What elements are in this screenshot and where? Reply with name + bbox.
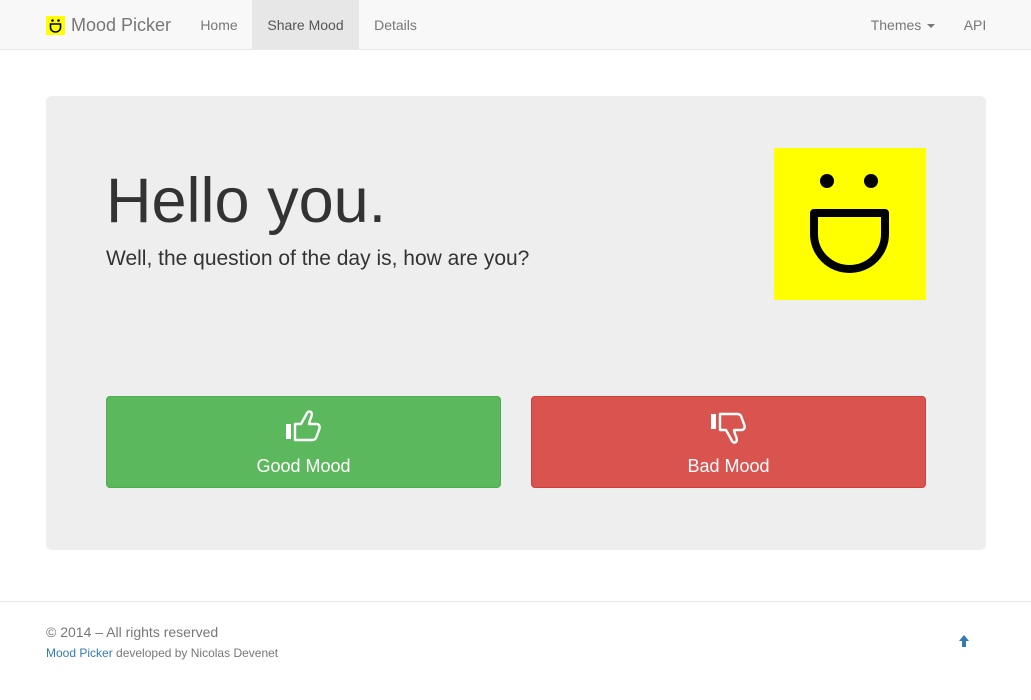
bad-mood-label: Bad Mood [687,456,770,476]
good-mood-label: Good Mood [256,456,351,476]
smiley-logo-icon [46,15,65,35]
good-mood-button[interactable]: Good Mood [106,396,501,488]
footer-divider [0,601,1031,602]
hero-subtitle: Well, the question of the day is, how ar… [106,247,530,270]
brand-link[interactable]: Mood Picker [46,0,171,50]
brand-name: Mood Picker [71,14,172,35]
nav-api[interactable]: API [950,0,1000,50]
caret-down-icon [927,24,936,29]
footer-app-link[interactable]: Mood Picker [46,646,113,660]
arrow-up-icon[interactable] [956,633,972,649]
nav-details[interactable]: Details [359,0,432,50]
navbar: Mood Picker Home Share Mood Details Them… [0,0,1031,50]
footer-credit-text: developed by Nicolas Devenet [112,646,279,660]
thumbs-down-icon [710,412,746,444]
nav-themes-label: Themes [870,17,922,33]
nav-home[interactable]: Home [186,0,252,50]
nav-share-mood[interactable]: Share Mood [252,0,359,50]
hero-title: Hello you. [106,166,387,236]
nav-themes-dropdown[interactable]: Themes [856,0,950,50]
jumbotron: Hello you. Well, the question of the day… [46,96,986,550]
bad-mood-button[interactable]: Bad Mood [531,396,926,488]
smiley-face-icon [774,148,926,300]
thumbs-up-icon [285,410,321,442]
footer-copyright: © 2014 – All rights reserved [46,624,219,640]
footer-credits: Mood Picker developed by Nicolas Devenet [46,646,278,660]
